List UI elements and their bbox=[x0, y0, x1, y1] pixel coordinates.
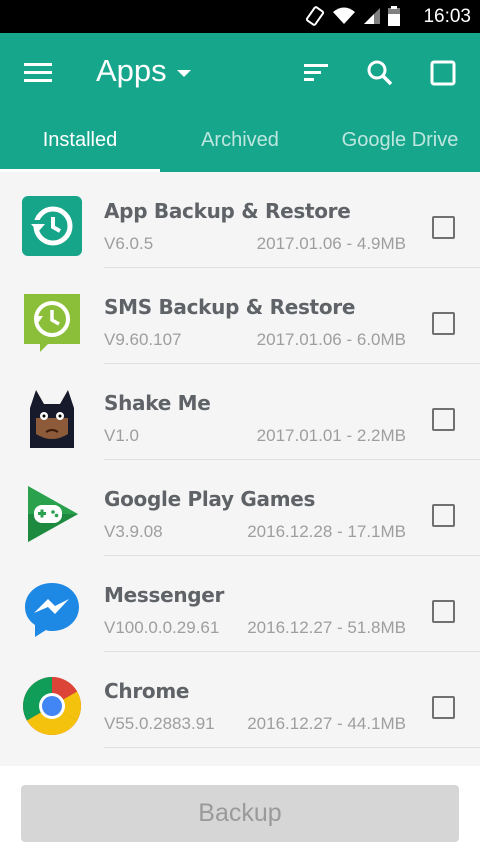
app-date-size: 2017.01.06 - 6.0MB bbox=[256, 330, 406, 349]
bottom-bar: Backup bbox=[0, 766, 480, 854]
search-icon[interactable] bbox=[364, 57, 396, 89]
app-title-dropdown[interactable]: Apps bbox=[96, 53, 191, 89]
wifi-icon bbox=[333, 7, 355, 24]
list-item[interactable]: Google Play Games V3.9.08 2016.12.28 - 1… bbox=[0, 460, 480, 556]
list-item[interactable]: Messenger V100.0.0.29.61 2016.12.27 - 51… bbox=[0, 556, 480, 652]
vibrate-icon bbox=[305, 6, 325, 26]
chrome-icon bbox=[23, 677, 81, 735]
app-checkbox[interactable] bbox=[432, 696, 455, 719]
messenger-icon bbox=[25, 583, 79, 637]
app-name: Chrome bbox=[104, 679, 190, 703]
app-checkbox[interactable] bbox=[432, 504, 455, 527]
app-checkbox[interactable] bbox=[432, 600, 455, 623]
signal-icon bbox=[364, 8, 380, 24]
app-name: Google Play Games bbox=[104, 487, 316, 511]
app-checkbox[interactable] bbox=[432, 312, 455, 335]
app-version: V55.0.2883.91 bbox=[104, 714, 215, 733]
divider bbox=[104, 747, 480, 748]
list-item[interactable]: App Backup & Restore V6.0.5 2017.01.06 -… bbox=[0, 172, 480, 268]
app-checkbox[interactable] bbox=[432, 216, 455, 239]
status-icons bbox=[304, 5, 400, 27]
backup-button-label: Backup bbox=[198, 799, 282, 827]
sms-backup-restore-icon bbox=[24, 294, 80, 352]
select-all-checkbox-icon[interactable] bbox=[427, 57, 459, 89]
app-name: SMS Backup & Restore bbox=[104, 295, 356, 319]
list-item[interactable]: Shake Me V1.0 2017.01.01 - 2.2MB bbox=[0, 364, 480, 460]
tab-label: Google Drive bbox=[341, 129, 459, 151]
app-name: Messenger bbox=[104, 583, 225, 607]
tab-label: Archived bbox=[201, 129, 279, 151]
app-version: V1.0 bbox=[104, 426, 139, 445]
list-item[interactable]: Chrome V55.0.2883.91 2016.12.27 - 44.1MB bbox=[0, 652, 480, 748]
app-date-size: 2017.01.01 - 2.2MB bbox=[256, 426, 406, 445]
backup-button[interactable]: Backup bbox=[21, 785, 459, 842]
tab-label: Installed bbox=[42, 129, 118, 151]
status-time: 16:03 bbox=[423, 6, 471, 27]
app-date-size: 2016.12.27 - 44.1MB bbox=[247, 714, 406, 733]
status-bar: 16:03 bbox=[0, 0, 480, 33]
app-backup-restore-icon bbox=[22, 196, 82, 256]
chevron-down-icon bbox=[176, 69, 191, 77]
app-version: V100.0.0.29.61 bbox=[104, 618, 220, 637]
app-name: Shake Me bbox=[104, 391, 211, 415]
list-item[interactable]: SMS Backup & Restore V9.60.107 2017.01.0… bbox=[0, 268, 480, 364]
app-checkbox[interactable] bbox=[432, 408, 455, 431]
app-list: App Backup & Restore V6.0.5 2017.01.06 -… bbox=[0, 172, 480, 766]
shake-me-icon bbox=[22, 388, 82, 448]
app-bar: Apps Installed Archived Google Drive bbox=[0, 33, 480, 172]
page-title: Apps bbox=[96, 53, 167, 88]
app-name: App Backup & Restore bbox=[104, 199, 351, 223]
app-date-size: 2016.12.28 - 17.1MB bbox=[247, 522, 406, 541]
google-play-games-icon bbox=[28, 486, 78, 542]
tab-installed[interactable]: Installed bbox=[0, 121, 160, 172]
app-date-size: 2016.12.27 - 51.8MB bbox=[247, 618, 406, 637]
sort-icon[interactable] bbox=[300, 57, 332, 89]
battery-icon bbox=[388, 6, 400, 26]
app-version: V3.9.08 bbox=[104, 522, 163, 541]
tab-google-drive[interactable]: Google Drive bbox=[320, 121, 480, 172]
tab-archived[interactable]: Archived bbox=[160, 121, 320, 172]
tab-bar: Installed Archived Google Drive bbox=[0, 121, 480, 172]
app-version: V9.60.107 bbox=[104, 330, 182, 349]
app-date-size: 2017.01.06 - 4.9MB bbox=[256, 234, 406, 253]
menu-icon[interactable] bbox=[24, 61, 52, 83]
app-version: V6.0.5 bbox=[104, 234, 154, 253]
